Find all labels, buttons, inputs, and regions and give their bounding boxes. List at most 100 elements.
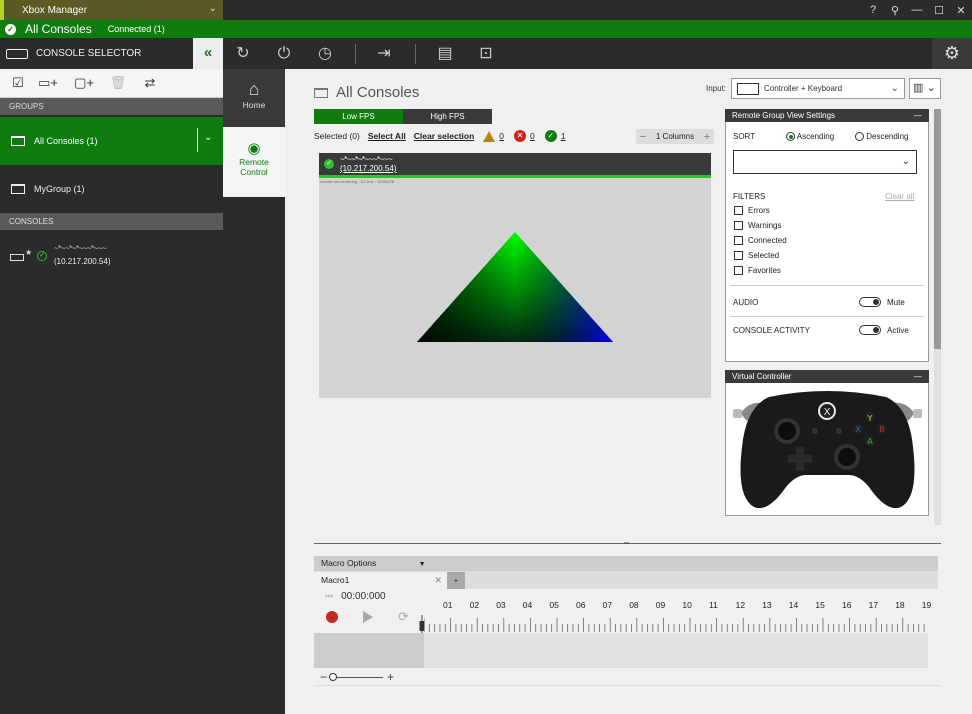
timeline-label: 18	[895, 600, 905, 610]
filters-label: FILTERS	[733, 192, 766, 201]
play-button[interactable]	[363, 611, 373, 623]
filter-warnings[interactable]: Warnings	[734, 221, 782, 231]
move-console-icon[interactable]: ⇄	[140, 73, 160, 93]
checkbox[interactable]	[734, 251, 743, 261]
zoom-slider-thumb[interactable]	[329, 672, 338, 681]
zoom-slider[interactable]	[329, 672, 384, 681]
chevron-down-icon[interactable]: ⌄	[209, 3, 217, 14]
close-button[interactable]: ✕	[950, 4, 972, 17]
filter-connected[interactable]: Connected	[734, 236, 787, 246]
macro-options-bar[interactable]: Macro Options ▼	[314, 556, 938, 571]
decrease-columns-button[interactable]: −	[636, 131, 650, 143]
descending-label: Descending	[866, 132, 909, 141]
select-all-link[interactable]: Select All	[368, 131, 406, 141]
chevron-down-icon[interactable]: ⌄	[204, 132, 212, 143]
close-tab-icon[interactable]: ✕	[434, 572, 442, 589]
loop-icon[interactable]: ⟳	[398, 609, 409, 625]
settings-gear-icon[interactable]: ⚙	[932, 38, 972, 69]
deploy-icon[interactable]: ⇥	[373, 43, 395, 65]
low-fps-toggle[interactable]: Low FPS	[314, 109, 403, 124]
settings-panel-header: Remote Group View Settings —	[725, 109, 929, 122]
capture-icon[interactable]: ▤	[434, 43, 456, 65]
history-icon[interactable]: ◷	[314, 43, 336, 65]
minimize-button[interactable]: —	[906, 4, 928, 16]
toggle-switch[interactable]	[859, 297, 881, 307]
tab-macro1[interactable]: Macro1 ✕	[314, 572, 447, 589]
audio-toggle[interactable]	[859, 297, 881, 309]
feedback-icon[interactable]: ⚲	[884, 4, 906, 17]
sidebar-item-mygroup[interactable]: MyGroup (1)	[0, 165, 223, 213]
nav-home[interactable]: ⌂ Home	[223, 69, 285, 127]
console-list-item[interactable]	[0, 232, 223, 276]
power-icon[interactable]: ⏻	[273, 43, 295, 65]
window-controls: ? ⚲ — ☐ ✕	[862, 0, 972, 20]
clear-selection-link[interactable]: Clear selection	[414, 131, 474, 141]
zoom-control: − +	[320, 670, 394, 684]
filter-favorites[interactable]: Favorites	[734, 266, 781, 276]
timeline-ruler[interactable]	[424, 612, 928, 632]
increase-columns-button[interactable]: +	[700, 131, 714, 143]
playhead-cursor[interactable]	[419, 615, 425, 633]
xbox-controller-icon[interactable]: X Y B X A	[729, 387, 926, 513]
ok-count[interactable]: 1	[561, 131, 566, 141]
collapse-panel-button[interactable]: —	[914, 109, 922, 122]
divider	[730, 316, 924, 317]
zoom-out-button[interactable]: −	[320, 670, 327, 684]
filter-errors[interactable]: Errors	[734, 206, 770, 216]
checkbox[interactable]	[734, 206, 743, 216]
maximize-button[interactable]: ☐	[928, 4, 950, 17]
console-card-header[interactable]: ✓ ~*~~*~*~~~*~~~ (10.217.200.54)	[319, 153, 711, 175]
input-mode-dropdown[interactable]: Controller + Keyboard ⌄	[731, 78, 905, 99]
filter-label: Favorites	[748, 266, 781, 275]
toolbar-divider	[355, 44, 356, 64]
layout-toggle-button[interactable]: ▥ ⌄	[909, 78, 941, 99]
power-settings-icon[interactable]: ⊡	[475, 43, 497, 65]
check-icon: ✓	[5, 23, 16, 35]
app-title: Xbox Manager	[22, 4, 88, 16]
divider	[314, 685, 941, 686]
caret-down-icon[interactable]: ▼	[419, 561, 426, 568]
console-icon	[10, 254, 24, 261]
help-icon[interactable]: ?	[862, 4, 884, 16]
filter-label: Selected	[748, 251, 780, 260]
restart-icon[interactable]: ↻	[232, 43, 254, 65]
timeline-label: 06	[576, 600, 586, 610]
console-name: ~*~~*~*~~~*~~~	[54, 244, 107, 253]
card-console-ip[interactable]: (10.217.200.54)	[340, 164, 397, 173]
add-group-icon[interactable]: ▢+	[74, 73, 94, 93]
track-lane[interactable]	[424, 633, 928, 668]
warning-count[interactable]: 0	[499, 131, 504, 141]
clear-all-filters-link[interactable]: Clear all	[885, 192, 914, 201]
app-title-tab[interactable]: Xbox Manager ⌄	[0, 0, 223, 20]
sort-ascending-radio[interactable]: Ascending	[786, 132, 834, 142]
rewind-icon[interactable]: ⏮	[325, 591, 333, 602]
filter-selected[interactable]: Selected	[734, 251, 780, 261]
virtual-controller-header: Virtual Controller —	[725, 370, 929, 383]
add-macro-tab-button[interactable]: +	[447, 572, 465, 589]
high-fps-toggle[interactable]: High FPS	[403, 109, 492, 124]
record-button[interactable]	[326, 611, 338, 623]
scrollbar-thumb[interactable]	[934, 109, 941, 349]
delete-icon[interactable]: 🗑	[108, 73, 128, 93]
sort-descending-radio[interactable]: Descending	[855, 132, 909, 142]
splitter-grip-icon[interactable]: ═	[624, 540, 629, 547]
sort-field-dropdown[interactable]: ⌄	[733, 150, 917, 174]
timeline-label: 03	[496, 600, 506, 610]
sort-label: SORT	[733, 132, 756, 141]
add-console-icon[interactable]: ▭+	[38, 73, 58, 93]
checkbox[interactable]	[734, 236, 743, 246]
page-title: All Consoles	[314, 84, 419, 101]
radio-selected-icon	[786, 132, 795, 142]
sidebar-item-all-consoles[interactable]: All Consoles (1)	[0, 117, 223, 165]
checkbox[interactable]	[734, 221, 743, 231]
select-all-checkbox-icon[interactable]: ☑	[8, 73, 28, 93]
group-label: All Consoles (1)	[34, 136, 98, 146]
error-count[interactable]: 0	[530, 131, 535, 141]
toggle-switch[interactable]	[859, 325, 881, 335]
nav-remote-control[interactable]: ◉ Remote Control	[223, 127, 285, 197]
checkbox[interactable]	[734, 266, 743, 276]
collapse-sidebar-button[interactable]: «	[193, 38, 223, 69]
activity-toggle[interactable]	[859, 325, 881, 337]
collapse-panel-button[interactable]: —	[914, 370, 922, 383]
zoom-in-button[interactable]: +	[387, 670, 394, 684]
